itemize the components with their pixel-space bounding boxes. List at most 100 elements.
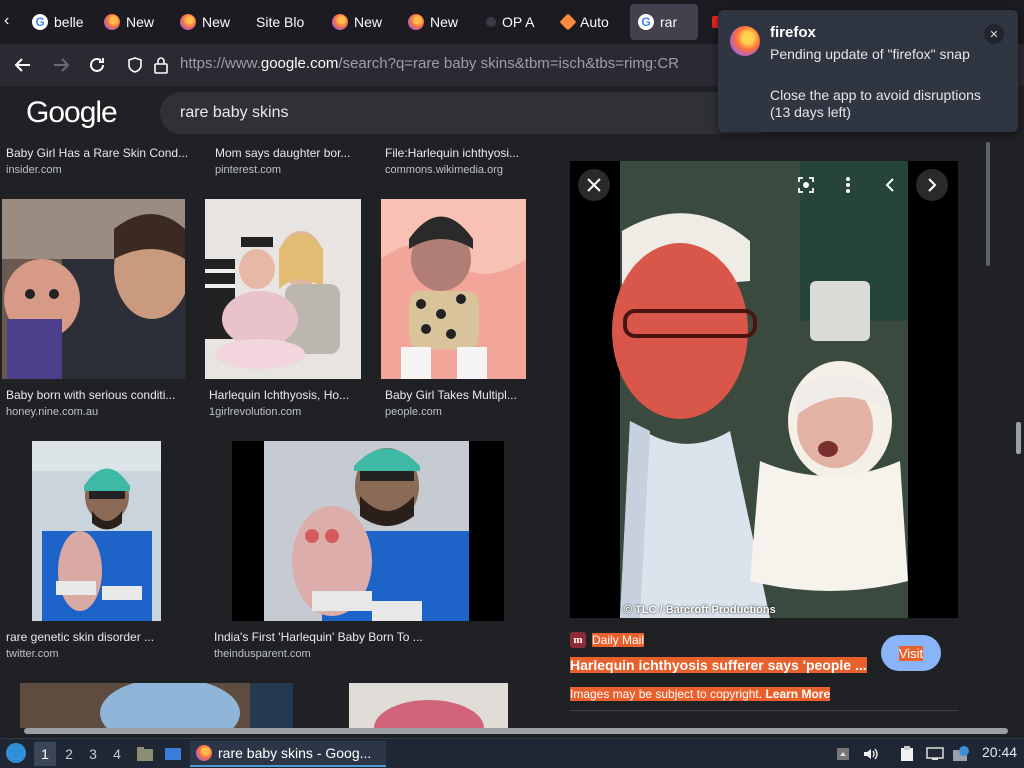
notification-detail: Close the app to avoid disruptions (13 d… (770, 87, 981, 120)
reload-icon[interactable] (86, 54, 108, 76)
tab-label: New (202, 14, 231, 30)
clock[interactable]: 20:44 (982, 744, 1017, 760)
tab-label: New (126, 14, 155, 30)
search-box[interactable] (160, 92, 780, 134)
tab-auto[interactable]: Auto (554, 4, 624, 40)
result-thumbnail[interactable] (2, 199, 185, 379)
result-source: 1girlrevolution.com (209, 406, 302, 418)
clipboard-icon[interactable] (898, 745, 916, 763)
result-title[interactable]: rare genetic skin disorder ... (6, 630, 191, 644)
google-logo[interactable]: Google (26, 96, 118, 130)
result-card[interactable]: Baby born with serious conditi... honey.… (6, 388, 191, 418)
visit-button[interactable]: Visit (881, 635, 941, 671)
result-thumbnail[interactable] (381, 199, 526, 379)
google-icon: G (32, 14, 48, 30)
shield-icon[interactable] (124, 54, 146, 76)
start-menu-icon[interactable] (6, 743, 26, 763)
preview-scroll-thumb[interactable] (986, 142, 990, 266)
result-title[interactable]: India's First 'Harlequin' Baby Born To .… (214, 630, 514, 644)
learn-more-link[interactable]: Learn More (765, 687, 830, 701)
result-title[interactable]: Baby Girl Has a Rare Skin Cond... (6, 146, 191, 160)
search-input[interactable] (180, 92, 720, 134)
result-card[interactable]: Baby Girl Has a Rare Skin Cond... inside… (6, 146, 191, 176)
preview-headline[interactable]: Harlequin ichthyosis sufferer says 'peop… (570, 657, 867, 673)
result-thumbnail[interactable] (232, 441, 504, 621)
volume-icon[interactable] (862, 745, 880, 763)
close-icon (587, 178, 601, 192)
result-title[interactable]: Mom says daughter bor... (215, 146, 360, 160)
image-results-grid: Baby Girl Has a Rare Skin Cond... inside… (0, 138, 546, 728)
result-title[interactable]: Baby born with serious conditi... (6, 388, 191, 402)
tab-new-4[interactable]: New (400, 4, 470, 40)
tab-label: Auto (580, 14, 609, 30)
tab-favicon-icon (486, 17, 496, 27)
horizontal-scrollbar[interactable] (0, 728, 1024, 738)
url-prefix: https://www. (180, 55, 261, 72)
tab-new-1[interactable]: New (96, 4, 164, 40)
firefox-icon (180, 14, 196, 30)
result-source: people.com (385, 406, 442, 418)
forward-icon[interactable] (50, 54, 72, 76)
tab-label: rar (660, 14, 678, 30)
tray-up-icon[interactable] (834, 745, 852, 763)
tab-belle[interactable]: G belle (24, 4, 86, 40)
result-card[interactable]: File:Harlequin ichthyosi... commons.wiki… (385, 146, 530, 176)
close-notification-button[interactable]: ✕ (984, 24, 1004, 44)
result-title[interactable]: File:Harlequin ichthyosi... (385, 146, 530, 160)
horizontal-scroll-thumb[interactable] (24, 728, 1008, 734)
workspace-3[interactable]: 3 (82, 742, 104, 766)
previous-image-button[interactable] (874, 169, 906, 201)
close-preview-button[interactable] (578, 169, 610, 201)
next-image-button[interactable] (916, 169, 948, 201)
result-thumbnail[interactable] (205, 199, 361, 379)
result-source: twitter.com (6, 648, 59, 660)
source-site-name[interactable]: Daily Mail (592, 633, 645, 647)
firefox-icon (196, 745, 212, 761)
address-bar[interactable]: https://www.google.com/search?q=rare bab… (180, 55, 720, 72)
workspace-4[interactable]: 4 (106, 742, 128, 766)
tab-label: Site Blo (256, 14, 305, 30)
result-thumbnail[interactable] (32, 441, 161, 621)
image-preview-panel: © TLC / Barcroft Productions m Daily Mai… (546, 138, 984, 728)
result-thumbnail[interactable] (20, 683, 293, 728)
tab-label: New (354, 14, 383, 30)
result-card[interactable]: Baby Girl Takes Multipl... people.com (385, 388, 526, 418)
tab-scroll-left-icon[interactable]: ‹ (4, 12, 24, 32)
result-thumbnail[interactable] (349, 683, 508, 728)
source-site[interactable]: m Daily Mail (570, 632, 645, 648)
workspace-1[interactable]: 1 (34, 742, 56, 766)
result-card[interactable]: Harlequin Ichthyosis, Ho... 1girlrevolut… (209, 388, 361, 418)
url-host: google.com (260, 55, 339, 72)
more-options-button[interactable] (832, 169, 864, 201)
tab-rare-baby-skins[interactable]: G rar (630, 4, 698, 40)
result-card[interactable]: Mom says daughter bor... pinterest.com (215, 146, 360, 176)
page-scroll-thumb[interactable] (1016, 422, 1021, 454)
result-title[interactable]: Baby Girl Takes Multipl... (385, 388, 526, 402)
tab-new-2[interactable]: New (172, 4, 242, 40)
network-icon[interactable] (926, 745, 944, 763)
divider (570, 710, 958, 711)
tab-op[interactable]: OP A (478, 4, 548, 40)
taskbar-window-firefox[interactable]: rare baby skins - Goog... (190, 741, 386, 767)
result-title[interactable]: Harlequin Ichthyosis, Ho... (209, 388, 361, 402)
result-card[interactable]: India's First 'Harlequin' Baby Born To .… (214, 630, 514, 660)
notification-message: Pending update of "firefox" snap (770, 46, 970, 62)
vertical-scrollbar[interactable] (984, 138, 1024, 728)
update-notifier-icon[interactable] (952, 745, 970, 763)
lens-button[interactable] (790, 169, 822, 201)
tab-label: OP A (502, 14, 535, 30)
result-card[interactable]: rare genetic skin disorder ... twitter.c… (6, 630, 191, 660)
preview-image[interactable]: © TLC / Barcroft Productions (570, 161, 958, 618)
google-icon: G (638, 14, 654, 30)
update-notification[interactable]: firefox ✕ Pending update of "firefox" sn… (718, 10, 1018, 132)
tab-site-blocker[interactable]: Site Blo (248, 4, 318, 40)
desktop-icon[interactable] (164, 745, 182, 763)
workspace-2[interactable]: 2 (58, 742, 80, 766)
lock-icon[interactable] (150, 54, 172, 76)
back-icon[interactable] (12, 54, 34, 76)
file-manager-icon[interactable] (136, 745, 154, 763)
result-source: commons.wikimedia.org (385, 164, 503, 176)
tab-new-3[interactable]: New (324, 4, 394, 40)
image-credit: © TLC / Barcroft Productions (624, 604, 776, 616)
taskbar-window-title: rare baby skins - Goog... (218, 745, 372, 761)
